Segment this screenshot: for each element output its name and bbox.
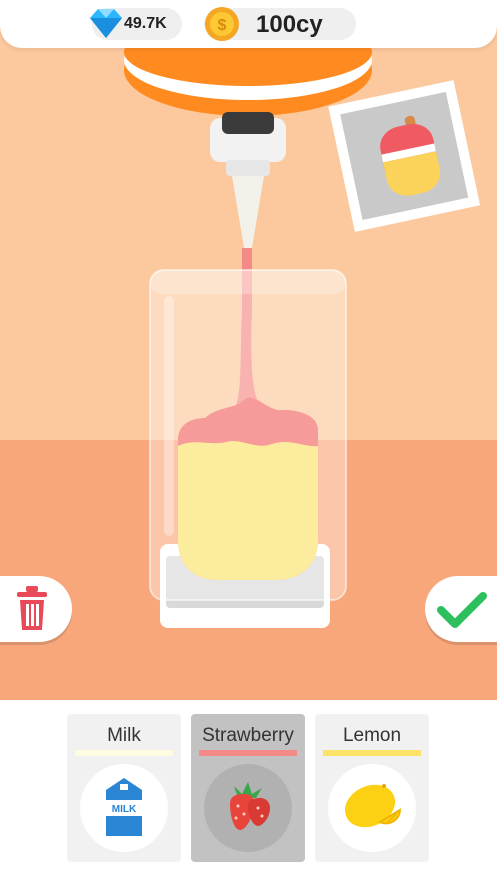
gem-counter: 49.7K [90, 8, 182, 40]
strawberry-icon [230, 782, 270, 830]
ingredient-label: Lemon [342, 725, 402, 746]
ingredient-label: Milk [107, 725, 141, 746]
game-scene [0, 0, 497, 700]
trash-icon [17, 586, 47, 630]
ingredient-color-bar [323, 750, 421, 756]
svg-text:$: $ [218, 17, 227, 34]
coin-count: 100cy [256, 11, 323, 38]
ingredient-icon-circle [204, 764, 292, 852]
milk-carton-icon: MILK [106, 778, 142, 836]
ingredient-icon-circle: MILK [80, 764, 168, 852]
ingredient-label: Strawberry [202, 725, 294, 746]
coin-counter: $ 100cy [204, 7, 356, 41]
gem-count: 49.7K [124, 15, 167, 32]
ingredient-color-bar [199, 750, 297, 756]
diamond-icon [90, 9, 122, 38]
lemon-icon [344, 784, 402, 828]
ingredient-card-lemon[interactable]: Lemon [315, 714, 429, 862]
ingredient-color-bar [75, 750, 173, 756]
top-hud: 49.7K $ 100cy [0, 0, 497, 48]
discard-button[interactable] [0, 576, 72, 642]
ingredient-selector: Milk MILK Strawberry Lemon [0, 714, 497, 864]
ingredient-icon-circle [328, 764, 416, 852]
counter-scalloped-edge [0, 676, 497, 692]
svg-text:MILK: MILK [112, 804, 137, 815]
checkmark-icon [437, 592, 487, 628]
coin-icon: $ [205, 7, 239, 41]
ingredient-card-milk[interactable]: Milk MILK [67, 714, 181, 862]
confirm-button[interactable] [425, 576, 497, 642]
ingredient-card-strawberry[interactable]: Strawberry [191, 714, 305, 862]
